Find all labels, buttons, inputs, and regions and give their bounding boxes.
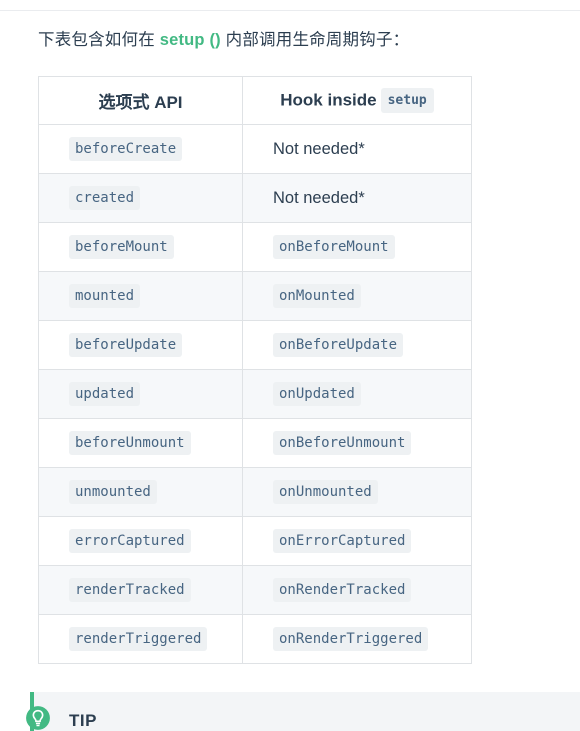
table-row: updated onUpdated (38, 369, 472, 420)
hook-code-chip: onRenderTriggered (273, 626, 429, 652)
cell-options-api: beforeMount (38, 222, 243, 273)
option-api-code-chip: unmounted (69, 479, 157, 505)
option-api-code-chip: errorCaptured (69, 528, 191, 554)
cell-hook-inside-setup: Not needed* (242, 124, 472, 175)
table-row: mounted onMounted (38, 271, 472, 322)
header-options-api: 选项式 API (38, 76, 243, 126)
hook-code-chip: onErrorCaptured (273, 528, 412, 554)
table-row: beforeMount onBeforeMount (38, 222, 472, 273)
hook-code-chip: onUnmounted (273, 479, 378, 505)
lightbulb-icon (26, 706, 50, 730)
hook-text: Not needed* (273, 139, 365, 158)
table-header-row: 选项式 API Hook inside setup (38, 76, 472, 126)
table-row: beforeUnmount onBeforeUnmount (38, 418, 472, 469)
page-root: 下表包含如何在 setup () 内部调用生命周期钩子： 选项式 API Hoo… (0, 0, 580, 731)
option-api-code-chip: beforeMount (69, 234, 174, 260)
cell-hook-inside-setup: onMounted (242, 271, 472, 322)
table-row: created Not needed* (38, 173, 472, 224)
table-row: beforeCreate Not needed* (38, 124, 472, 175)
cell-options-api: beforeCreate (38, 124, 243, 175)
option-api-code-chip: renderTracked (69, 577, 191, 603)
header-setup-code-chip: setup (380, 87, 434, 114)
table-head: 选项式 API Hook inside setup (38, 76, 472, 126)
hook-code-chip: onUpdated (273, 381, 361, 407)
cell-hook-inside-setup: onBeforeMount (242, 222, 472, 273)
table-row: renderTriggered onRenderTriggered (38, 614, 472, 665)
lifecycle-hooks-table: 选项式 API Hook inside setup beforeCreate Not… (38, 76, 472, 665)
cell-hook-inside-setup: onUnmounted (242, 467, 472, 518)
option-api-code-chip: mounted (69, 283, 141, 309)
lifecycle-table-wrapper: 选项式 API Hook inside setup beforeCreate Not… (0, 54, 580, 665)
cell-hook-inside-setup: onBeforeUnmount (242, 418, 472, 469)
cell-options-api: beforeUnmount (38, 418, 243, 469)
option-api-code-chip: created (69, 185, 141, 211)
option-api-code-chip: renderTriggered (69, 626, 208, 652)
cell-options-api: mounted (38, 271, 243, 322)
cell-hook-inside-setup: onRenderTracked (242, 565, 472, 616)
option-api-code-chip: beforeUnmount (69, 430, 191, 456)
table-row: unmounted onUnmounted (38, 467, 472, 518)
cell-options-api: errorCaptured (38, 516, 243, 567)
cell-options-api: renderTriggered (38, 614, 243, 665)
article-content: 下表包含如何在 setup () 内部调用生命周期钩子： 选项式 API Hoo… (0, 11, 580, 665)
tip-title: TIP (69, 711, 97, 730)
option-api-code-chip: updated (69, 381, 141, 407)
cell-options-api: beforeUpdate (38, 320, 243, 371)
table-row: beforeUpdate onBeforeUpdate (38, 320, 472, 371)
cell-options-api: renderTracked (38, 565, 243, 616)
option-api-code-chip: beforeCreate (69, 136, 183, 162)
intro-paragraph: 下表包含如何在 setup () 内部调用生命周期钩子： (0, 11, 580, 54)
table-body: beforeCreate Not needed* created Not needed… (38, 124, 472, 665)
hook-code-chip: onBeforeUnmount (273, 430, 412, 456)
option-api-code-chip: beforeUpdate (69, 332, 183, 358)
cell-options-api: updated (38, 369, 243, 420)
intro-keyword-setup: setup () (159, 31, 221, 49)
hook-code-chip: onBeforeMount (273, 234, 395, 260)
cell-hook-inside-setup: Not needed* (242, 173, 472, 224)
intro-suffix: 内部调用生命周期钩子： (220, 31, 410, 49)
tip-callout: TIP (26, 692, 580, 731)
cell-hook-inside-setup: onUpdated (242, 369, 472, 420)
cell-hook-inside-setup: onErrorCaptured (242, 516, 472, 567)
hook-code-chip: onRenderTracked (273, 577, 412, 603)
cell-hook-inside-setup: onBeforeUpdate (242, 320, 472, 371)
intro-prefix: 下表包含如何在 (38, 31, 160, 49)
header-hook-inside: Hook inside setup (242, 76, 472, 126)
tip-inner: TIP (26, 692, 580, 731)
cell-options-api: created (38, 173, 243, 224)
table-row: renderTracked onRenderTracked (38, 565, 472, 616)
hook-code-chip: onMounted (273, 283, 361, 309)
table-row: errorCaptured onErrorCaptured (38, 516, 472, 567)
hook-code-chip: onBeforeUpdate (273, 332, 404, 358)
hook-text: Not needed* (273, 188, 365, 207)
cell-hook-inside-setup: onRenderTriggered (242, 614, 472, 665)
cell-options-api: unmounted (38, 467, 243, 518)
header-hook-inside-label: Hook inside (280, 90, 377, 110)
